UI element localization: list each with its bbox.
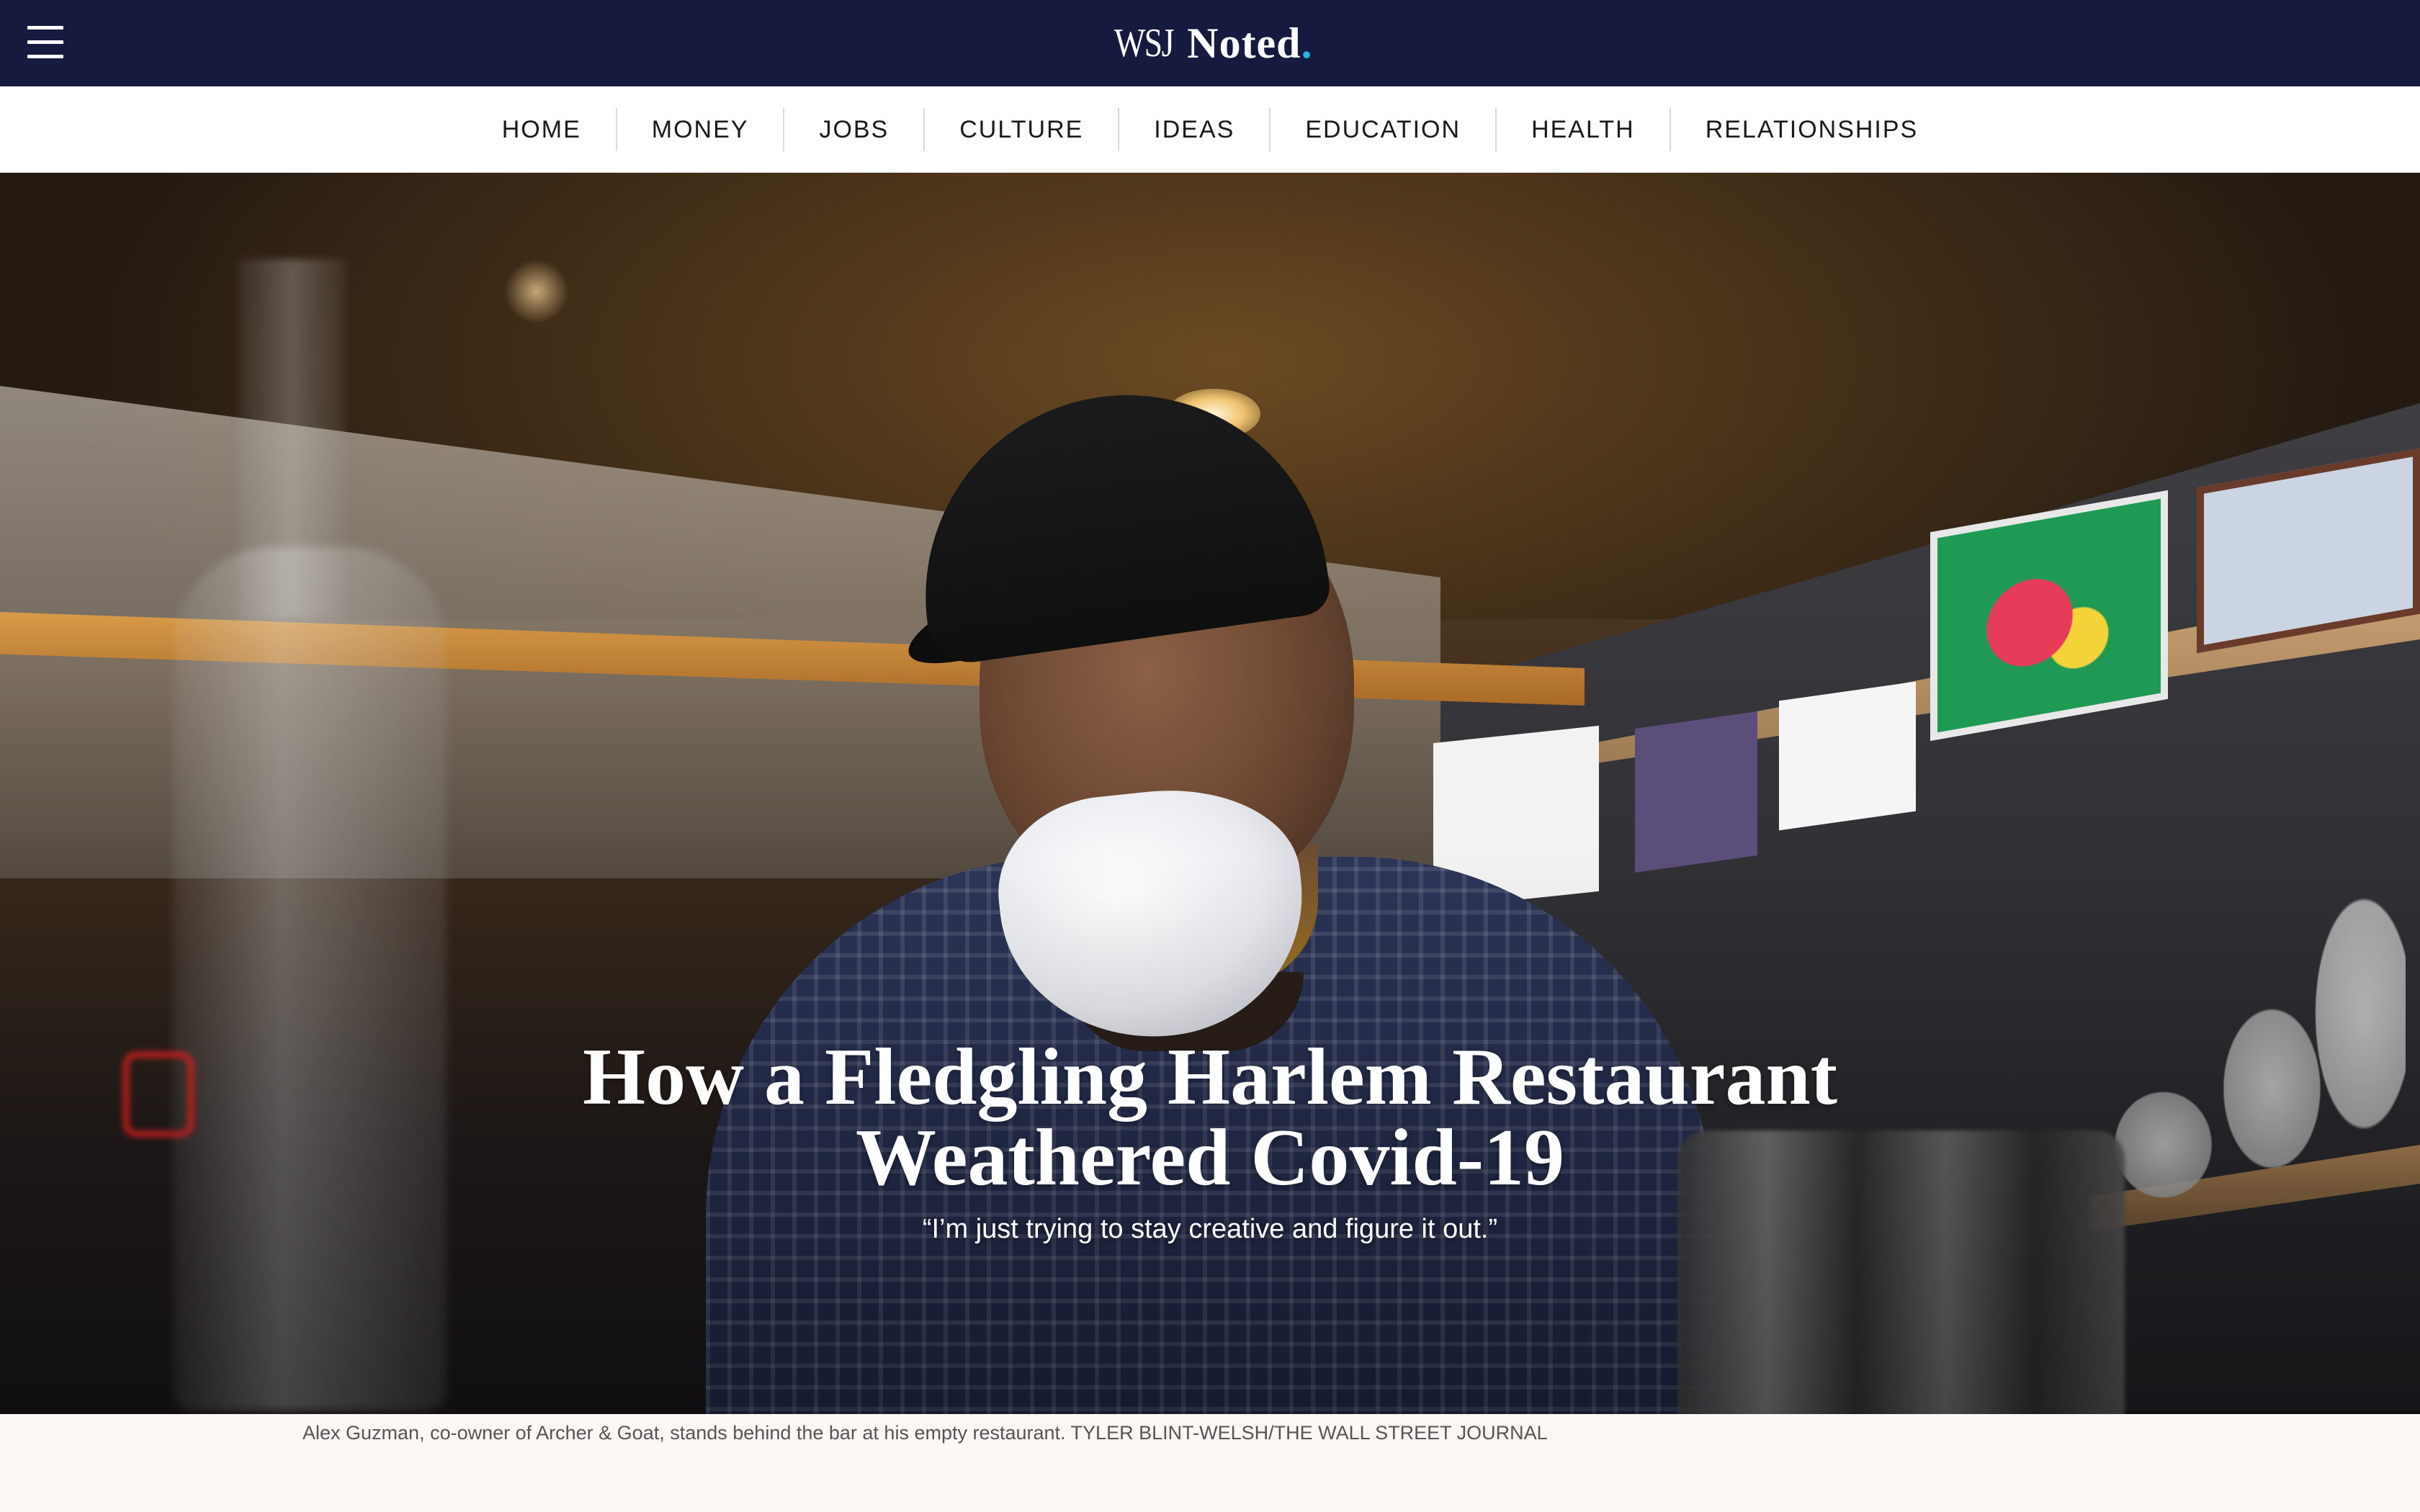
nav-item-relationships[interactable]: RELATIONSHIPS — [1671, 108, 1953, 151]
logo-noted: Noted — [1187, 19, 1301, 67]
wsj-noted-logo[interactable]: WSJ Noted . — [0, 0, 2420, 86]
nav-item-culture[interactable]: CULTURE — [925, 107, 1120, 151]
nav-item-health[interactable]: HEALTH — [1497, 107, 1671, 151]
logo-dot: . — [1301, 19, 1312, 67]
nav-item-jobs[interactable]: JOBS — [784, 107, 926, 151]
headline-line-2: Weathered Covid-19 — [855, 1113, 1565, 1202]
nav-item-education[interactable]: EDUCATION — [1270, 107, 1497, 151]
article-dek: “I’m just trying to stay creative and fi… — [922, 1214, 1498, 1244]
headline-line-1: How a Fledgling Harlem Restaurant — [582, 1032, 1838, 1122]
nav-item-ideas[interactable]: IDEAS — [1119, 107, 1271, 151]
logo-wsj: WSJ — [1114, 21, 1174, 66]
nav-item-money[interactable]: MONEY — [617, 107, 785, 151]
hero-image: How a Fledgling Harlem Restaurant Weathe… — [0, 173, 2420, 1414]
article-headline: How a Fledgling Harlem Restaurant Weathe… — [0, 1037, 2420, 1198]
section-nav: HOME MONEY JOBS CULTURE IDEAS EDUCATION … — [0, 86, 2420, 173]
top-header: WSJ Noted . — [0, 0, 2420, 86]
nav-item-home[interactable]: HOME — [467, 107, 617, 151]
photo-caption: Alex Guzman, co-owner of Archer & Goat, … — [302, 1422, 1548, 1444]
